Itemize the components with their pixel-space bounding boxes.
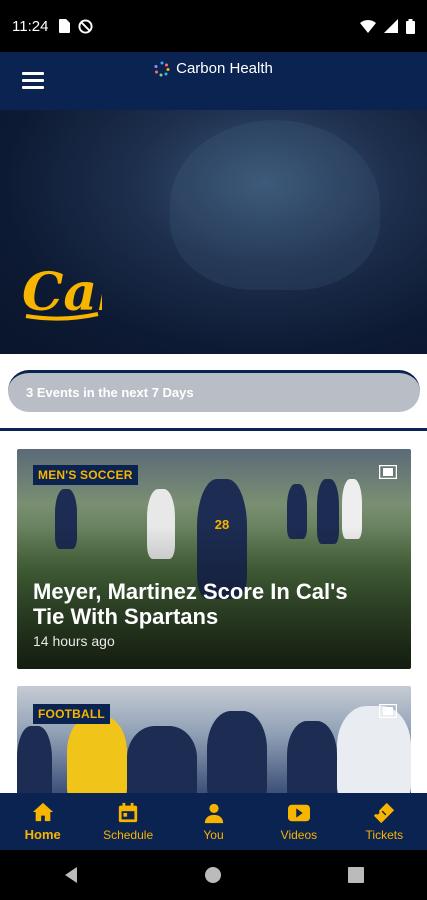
ticket-icon xyxy=(374,802,395,823)
hero-banner: Cal xyxy=(0,110,427,354)
hero-background-image xyxy=(170,120,380,290)
player-figure xyxy=(337,706,411,793)
nav-label: Tickets xyxy=(365,827,404,842)
bottom-navigation: Home Schedule You Videos Tickets xyxy=(0,793,427,850)
back-icon[interactable] xyxy=(63,866,79,884)
play-icon xyxy=(287,804,310,821)
player-figure xyxy=(207,711,267,793)
cal-logo: Cal xyxy=(22,262,102,322)
news-card[interactable]: FOOTBALL xyxy=(17,686,411,793)
sport-tag: MEN'S SOCCER xyxy=(33,465,138,485)
sport-tag: FOOTBALL xyxy=(33,704,110,724)
sim-card-icon xyxy=(59,19,71,33)
nav-label: You xyxy=(203,827,224,842)
news-card[interactable]: 28 MEN'S SOCCER Meyer, Martinez Score In… xyxy=(17,449,411,669)
signal-icon xyxy=(384,19,398,33)
battery-icon xyxy=(406,18,415,34)
events-section: 3 Events in the next 7 Days xyxy=(0,354,427,432)
player-figure xyxy=(287,721,337,793)
upcoming-events-label: 3 Events in the next 7 Days xyxy=(26,385,194,400)
nav-item-schedule[interactable]: Schedule xyxy=(85,793,170,850)
news-feed[interactable]: 28 MEN'S SOCCER Meyer, Martinez Score In… xyxy=(0,431,427,793)
nav-label: Videos xyxy=(280,827,318,842)
do-not-disturb-icon xyxy=(78,18,93,34)
app-header: Carbon Health xyxy=(0,52,427,110)
recents-icon[interactable] xyxy=(348,867,365,883)
home-button-icon[interactable] xyxy=(204,866,222,884)
person-icon xyxy=(204,803,223,823)
nav-item-you[interactable]: You xyxy=(171,793,256,850)
carbon-health-logo-icon xyxy=(154,61,170,76)
nav-label: Home xyxy=(24,827,61,842)
card-title: Meyer, Martinez Score In Cal's Tie With … xyxy=(33,579,348,629)
player-figure xyxy=(17,726,52,793)
gallery-icon xyxy=(379,704,397,718)
brand-name: Carbon Health xyxy=(176,60,273,77)
player-figure xyxy=(127,726,197,793)
calendar-icon xyxy=(118,802,138,822)
sponsor-brand: Carbon Health xyxy=(0,60,427,77)
card-timestamp: 14 hours ago xyxy=(33,633,115,649)
status-time: 11:24 xyxy=(12,17,49,35)
nav-item-tickets[interactable]: Tickets xyxy=(342,793,427,850)
gallery-icon xyxy=(379,465,397,479)
player-figure xyxy=(67,716,127,793)
system-navigation xyxy=(0,850,427,900)
status-bar: 11:24 xyxy=(0,0,427,52)
nav-item-videos[interactable]: Videos xyxy=(256,793,341,850)
nav-item-home[interactable]: Home xyxy=(0,793,85,850)
home-icon xyxy=(32,802,53,822)
nav-label: Schedule xyxy=(103,827,154,842)
wifi-icon xyxy=(360,19,376,33)
upcoming-events-button[interactable]: 3 Events in the next 7 Days xyxy=(8,370,420,412)
svg-text:Cal: Cal xyxy=(22,262,102,322)
